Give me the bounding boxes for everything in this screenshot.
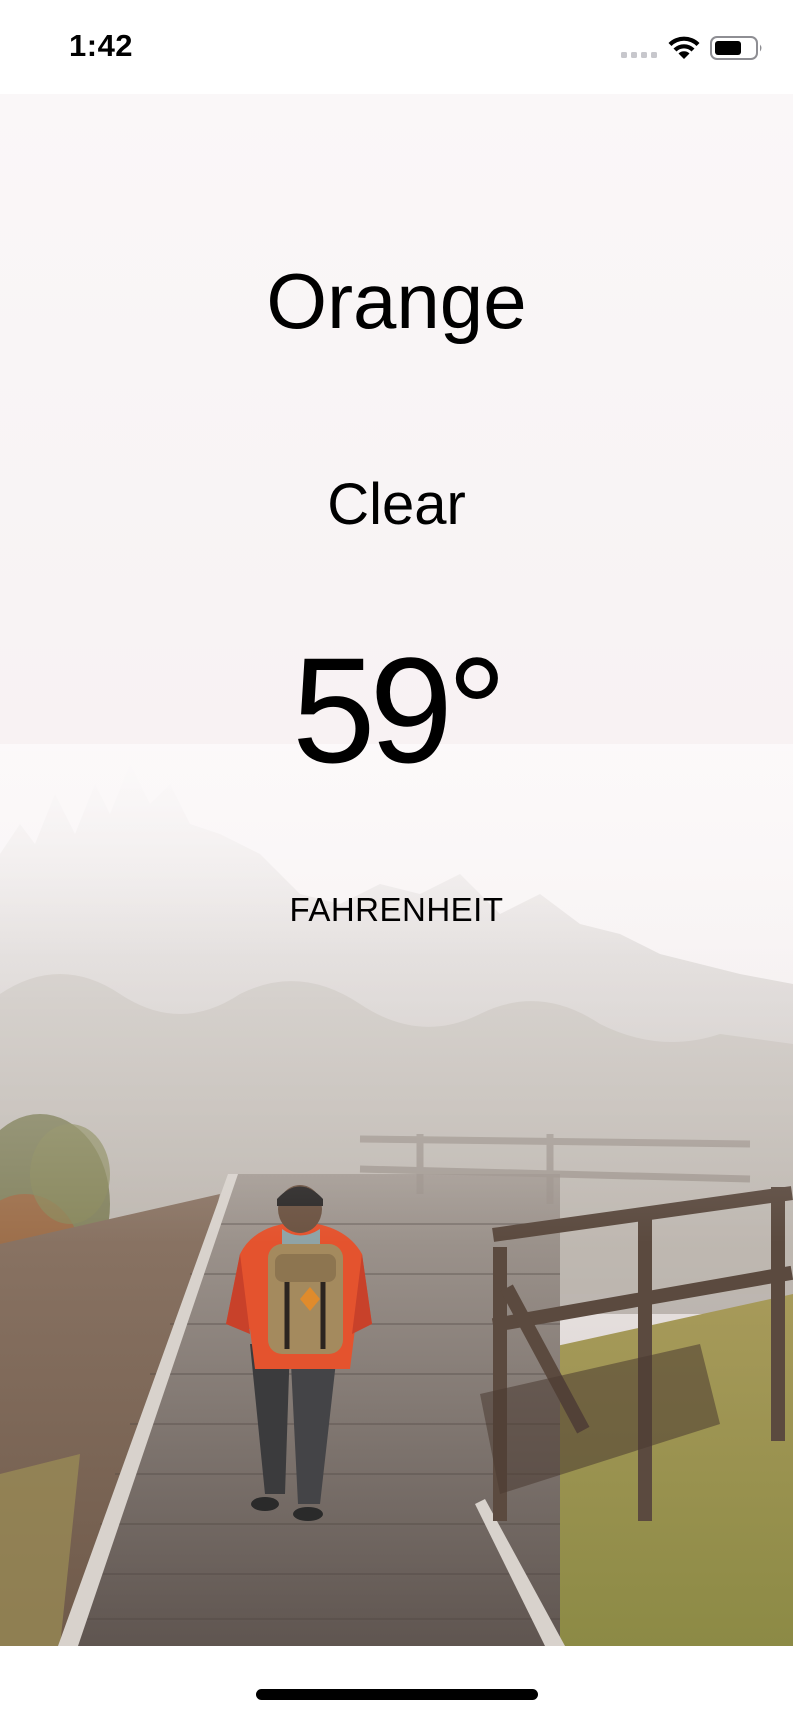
cellular-signal-icon — [621, 52, 657, 58]
bottom-safe-area — [0, 1646, 793, 1718]
status-bar: 1:42 — [0, 0, 793, 94]
weather-condition: Clear — [327, 472, 466, 537]
temperature-unit-toggle[interactable]: FAHRENHEIT — [0, 890, 793, 930]
wifi-icon — [668, 36, 700, 59]
city-name: Orange — [266, 257, 527, 345]
home-indicator[interactable] — [256, 1689, 538, 1700]
temperature-value: 59° — [292, 626, 507, 794]
status-time: 1:42 — [69, 28, 134, 63]
weather-screen: 1:42 Orange Clear 59° FAHRENHEIT — [0, 0, 793, 1718]
battery-icon — [710, 36, 762, 60]
